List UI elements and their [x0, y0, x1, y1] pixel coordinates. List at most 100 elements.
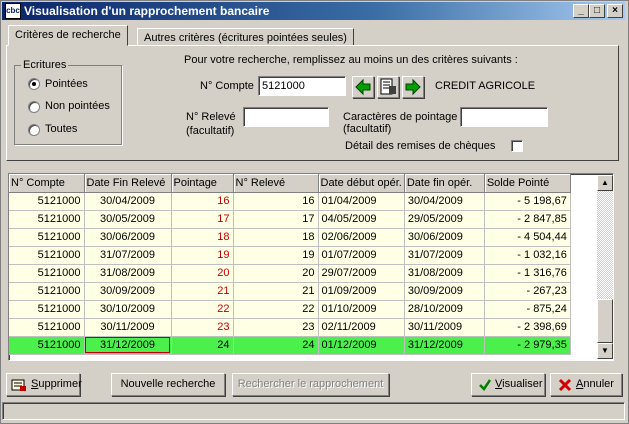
cell-date-fin-releve: 30/06/2009	[84, 228, 172, 247]
rechercher-rapprochement-button[interactable]: Rechercher le rapprochement	[232, 373, 389, 396]
cell-date-debut: 01/10/2009	[318, 300, 405, 319]
tab-criteres-recherche[interactable]: Critères de recherche	[8, 25, 128, 46]
detail-remises-label: Détail des remises de chèques	[345, 140, 496, 152]
previous-account-button[interactable]	[352, 76, 374, 98]
supprimer-button[interactable]: Supprimer	[6, 373, 82, 396]
radio-non-pointees-label[interactable]: Non pointées	[45, 100, 110, 112]
cell-compte: 5121000	[9, 336, 85, 355]
col-header-releve[interactable]: N° Relevé	[233, 174, 319, 193]
cell-pointage: 23	[171, 318, 234, 337]
tab-autres-criteres[interactable]: Autres critères (écritures pointées seul…	[137, 28, 354, 45]
radio-toutes[interactable]	[28, 124, 40, 136]
table-row[interactable]: 5121000 30/06/2009 18 18 02/06/2009 30/06/200…	[9, 228, 571, 247]
annuler-label: Annuler	[576, 378, 614, 390]
cell-compte: 5121000	[9, 210, 85, 229]
col-header-solde[interactable]: Solde Pointé	[484, 174, 571, 193]
cell-compte: 5121000	[9, 246, 85, 265]
table-row[interactable]: 5121000 30/05/2009 17 17 04/05/2009 29/05/200…	[9, 210, 571, 229]
cell-date-debut: 01/04/2009	[318, 192, 405, 211]
annuler-button[interactable]: Annuler	[550, 373, 622, 396]
cell-releve: 16	[233, 192, 319, 211]
cell-releve: 20	[233, 264, 319, 283]
grid-vertical-scrollbar[interactable]: ▲ ▼	[597, 175, 613, 359]
col-header-date-fin[interactable]: Date fin opér.	[404, 174, 485, 193]
bank-name: CREDIT AGRICOLE	[435, 80, 536, 92]
cell-solde: - 875,24	[484, 300, 571, 319]
visualiser-button[interactable]: Visualiser	[471, 373, 545, 396]
account-list-icon	[380, 78, 396, 95]
cell-date-fin: 31/07/2009	[404, 246, 485, 265]
visualiser-label: Visualiser	[495, 378, 543, 390]
releve-input[interactable]	[243, 107, 329, 127]
cancel-x-icon	[558, 378, 572, 392]
cell-solde: - 1 316,76	[484, 264, 571, 283]
table-row[interactable]: 5121000 31/08/2009 20 20 29/07/2009 31/08/200…	[9, 264, 571, 283]
cell-releve: 24	[233, 336, 319, 355]
table-row[interactable]: 5121000 30/04/2009 16 16 01/04/2009 30/04/200…	[9, 192, 571, 211]
cell-pointage: 22	[171, 300, 234, 319]
radio-pointees[interactable]	[28, 78, 40, 90]
delete-record-icon	[11, 379, 26, 391]
col-header-compte[interactable]: N° Compte	[9, 174, 85, 193]
cell-date-fin-releve: 31/08/2009	[84, 264, 172, 283]
cell-date-debut: 04/05/2009	[318, 210, 405, 229]
cell-date-debut: 29/07/2009	[318, 264, 405, 283]
table-row-selected[interactable]: 5121000 31/12/2009 24 24 01/12/2009 31/12/200…	[9, 336, 571, 355]
cell-date-debut: 01/12/2009	[318, 336, 405, 355]
cell-compte: 5121000	[9, 264, 85, 283]
radio-pointees-label[interactable]: Pointées	[45, 78, 88, 90]
table-row[interactable]: 5121000 30/10/2009 22 22 01/10/2009 28/10/200…	[9, 300, 571, 319]
ecritures-legend: Ecritures	[21, 59, 69, 71]
tab-autres-criteres-label: Autres critères (écritures pointées seul…	[144, 32, 347, 44]
status-bar	[2, 402, 625, 420]
minimize-button[interactable]: _	[573, 4, 589, 18]
table-row[interactable]: 5121000 30/11/2009 23 23 02/11/2009 30/11/200…	[9, 318, 571, 337]
table-row[interactable]: 5121000 31/07/2009 19 19 01/07/2009 31/07/200…	[9, 246, 571, 265]
compte-label: N° Compte	[200, 80, 254, 92]
cell-compte: 5121000	[9, 192, 85, 211]
close-button[interactable]: ×	[607, 4, 623, 18]
cell-date-fin: 29/05/2009	[404, 210, 485, 229]
pointage-sublabel: (facultatif)	[343, 123, 392, 135]
cell-solde: - 4 504,44	[484, 228, 571, 247]
cell-date-fin-releve: 30/09/2009	[84, 282, 172, 301]
cell-pointage: 18	[171, 228, 234, 247]
scroll-up-button[interactable]: ▲	[597, 175, 613, 191]
scroll-down-button[interactable]: ▼	[597, 343, 613, 359]
supprimer-label: Supprimer	[31, 378, 82, 390]
cell-pointage: 19	[171, 246, 234, 265]
detail-remises-checkbox[interactable]	[511, 140, 523, 152]
compte-input[interactable]: 5121000	[258, 76, 346, 96]
scroll-thumb[interactable]	[597, 299, 613, 343]
results-grid[interactable]: N° Compte Date Fin Relevé Pointage N° Re…	[8, 173, 614, 361]
table-row[interactable]: 5121000 30/09/2009 21 21 01/09/2009 30/09/200…	[9, 282, 571, 301]
radio-non-pointees[interactable]	[28, 101, 40, 113]
pointage-input[interactable]	[460, 107, 548, 127]
results-table: N° Compte Date Fin Relevé Pointage N° Re…	[9, 174, 571, 355]
cell-solde: - 267,23	[484, 282, 571, 301]
pointage-label: Caractères de pointage	[343, 111, 458, 123]
cell-compte: 5121000	[9, 282, 85, 301]
checkmark-icon	[479, 379, 492, 391]
next-account-button[interactable]	[402, 76, 424, 98]
grid-header: N° Compte Date Fin Relevé Pointage N° Re…	[9, 174, 571, 193]
cell-date-debut: 02/11/2009	[318, 318, 405, 337]
arrow-left-icon	[355, 78, 371, 96]
col-header-date-debut[interactable]: Date début opér.	[318, 174, 405, 193]
cell-pointage: 16	[171, 192, 234, 211]
cell-releve: 19	[233, 246, 319, 265]
cell-pointage: 21	[171, 282, 234, 301]
cell-date-fin: 31/08/2009	[404, 264, 485, 283]
col-header-pointage[interactable]: Pointage	[171, 174, 234, 193]
cell-compte: 5121000	[9, 318, 85, 337]
maximize-button[interactable]: □	[589, 4, 605, 18]
cell-releve: 17	[233, 210, 319, 229]
radio-toutes-label[interactable]: Toutes	[45, 123, 77, 135]
cell-solde: - 5 198,67	[484, 192, 571, 211]
arrow-right-icon	[405, 78, 421, 96]
cell-date-fin-releve: 30/05/2009	[84, 210, 172, 229]
cell-date-debut: 02/06/2009	[318, 228, 405, 247]
col-header-date-fin-releve[interactable]: Date Fin Relevé	[84, 174, 172, 193]
nouvelle-recherche-button[interactable]: Nouvelle recherche	[111, 373, 225, 396]
account-list-button[interactable]	[377, 76, 399, 98]
